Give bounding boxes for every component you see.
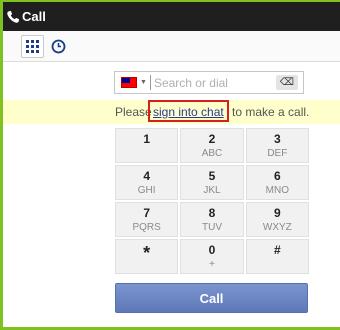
taiwan-flag-icon[interactable] (121, 77, 137, 88)
toolbar (3, 31, 340, 62)
key-2[interactable]: 2 ABC (180, 128, 244, 163)
key-7[interactable]: 7 PQRS (115, 202, 179, 237)
key-9[interactable]: 9 WXYZ (245, 202, 309, 237)
clock-icon (51, 39, 66, 54)
call-button-label: Call (199, 290, 224, 306)
search-box: ▼ ⌫ (114, 71, 304, 94)
history-tab[interactable] (47, 35, 70, 58)
key-5[interactable]: 5 JKL (180, 165, 244, 200)
key-6[interactable]: 6 MNO (245, 165, 309, 200)
notice-suffix: to make a call. (232, 105, 310, 119)
title-bar: Call (0, 0, 340, 31)
key-8[interactable]: 8 TUV (180, 202, 244, 237)
window-title: Call (22, 9, 46, 24)
dialpad-tab[interactable] (21, 35, 44, 58)
key-star[interactable]: * (115, 239, 179, 274)
key-hash[interactable]: # (245, 239, 309, 274)
chevron-down-icon[interactable]: ▼ (140, 79, 147, 86)
key-0[interactable]: 0 + (180, 239, 244, 274)
key-3[interactable]: 3 DEF (245, 128, 309, 163)
phone-icon (7, 10, 20, 23)
backspace-icon: ⌫ (279, 77, 295, 88)
backspace-button[interactable]: ⌫ (276, 75, 298, 90)
call-button[interactable]: Call (115, 283, 308, 313)
search-input[interactable] (149, 75, 260, 90)
dialpad: 1 2 ABC 3 DEF 4 GHI 5 JKL 6 MNO 7 PQRS 8 TUV 9W… (115, 128, 309, 274)
notice-prefix: Please (115, 105, 152, 119)
dialpad-grid-icon (26, 40, 39, 53)
key-1[interactable]: 1 (115, 128, 179, 163)
sign-into-chat-link[interactable]: sign into chat (148, 100, 229, 122)
key-4[interactable]: 4 GHI (115, 165, 179, 200)
sign-in-notice: Please sign into chat to make a call. (3, 100, 340, 124)
